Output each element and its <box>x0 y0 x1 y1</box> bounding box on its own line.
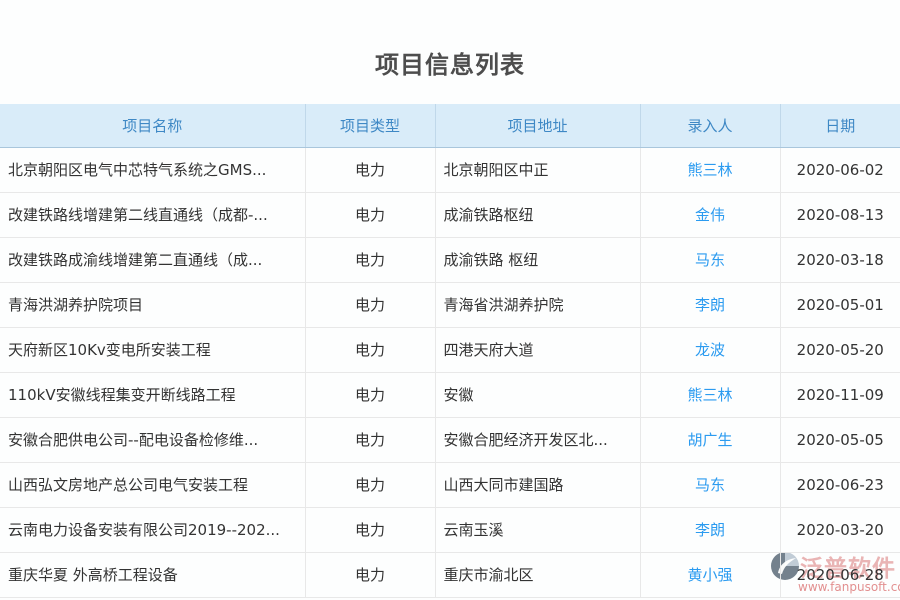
entered-by-link[interactable]: 马东 <box>695 476 725 494</box>
table-header: 项目名称 项目类型 项目地址 录入人 日期 <box>0 104 900 147</box>
project-name-cell: 青海洪湖养护院项目 <box>0 282 305 327</box>
project-type-cell: 电力 <box>305 417 435 462</box>
date-cell: 2020-05-05 <box>780 417 900 462</box>
table-row: 改建铁路成渝线增建第二直通线（成...电力成渝铁路 枢纽 马东 2020-03-18 <box>0 237 900 282</box>
project-name-cell: 重庆华夏 外高桥工程设备 <box>0 552 305 597</box>
project-address-cell: 云南玉溪 <box>435 507 640 552</box>
project-address-cell: 成渝铁路枢纽 <box>435 192 640 237</box>
table-row: 110kV安徽线程集变开断线路工程电力安徽 熊三林 2020-11-09 <box>0 372 900 417</box>
project-type-cell: 电力 <box>305 237 435 282</box>
entered-by-link[interactable]: 胡广生 <box>687 431 732 449</box>
table-row: 安徽合肥供电公司--配电设备检修维...电力安徽合肥经济开发区北... 胡广生 20… <box>0 417 900 462</box>
entered-by-cell: 黄小强 <box>640 552 780 597</box>
table-row: 天府新区10Kv变电所安装工程电力四港天府大道 龙波 2020-05-20 <box>0 327 900 372</box>
entered-by-cell: 龙波 <box>640 327 780 372</box>
entered-by-cell: 金伟 <box>640 192 780 237</box>
project-list-page: 项目信息列表 项目名称 项目类型 项目地址 录入人 日期 北京朝阳区电气中芯特气… <box>0 0 900 600</box>
date-cell: 2020-11-09 <box>780 372 900 417</box>
project-address-cell: 安徽合肥经济开发区北... <box>435 417 640 462</box>
project-type-cell: 电力 <box>305 147 435 192</box>
project-name-cell: 110kV安徽线程集变开断线路工程 <box>0 372 305 417</box>
table-row: 北京朝阳区电气中芯特气系统之GMS...电力北京朝阳区中正 熊三林 2020-06-… <box>0 147 900 192</box>
project-name-cell: 天府新区10Kv变电所安装工程 <box>0 327 305 372</box>
project-name-cell: 安徽合肥供电公司--配电设备检修维... <box>0 417 305 462</box>
project-name-cell: 北京朝阳区电气中芯特气系统之GMS... <box>0 147 305 192</box>
entered-by-cell: 李朗 <box>640 507 780 552</box>
project-type-cell: 电力 <box>305 462 435 507</box>
table-row: 云南电力设备安装有限公司2019--202...电力云南玉溪 李朗 2020-03-… <box>0 507 900 552</box>
project-info-table: 项目名称 项目类型 项目地址 录入人 日期 北京朝阳区电气中芯特气系统之GMS.… <box>0 104 900 598</box>
entered-by-cell: 熊三林 <box>640 147 780 192</box>
date-cell: 2020-05-01 <box>780 282 900 327</box>
project-name-cell: 改建铁路成渝线增建第二直通线（成... <box>0 237 305 282</box>
entered-by-cell: 胡广生 <box>640 417 780 462</box>
column-header-entered-by: 录入人 <box>640 104 780 147</box>
project-type-cell: 电力 <box>305 552 435 597</box>
table-row: 改建铁路线增建第二线直通线（成都-...电力成渝铁路枢纽 金伟 2020-08-13 <box>0 192 900 237</box>
project-address-cell: 成渝铁路 枢纽 <box>435 237 640 282</box>
project-type-cell: 电力 <box>305 282 435 327</box>
entered-by-link[interactable]: 金伟 <box>695 206 725 224</box>
project-address-cell: 青海省洪湖养护院 <box>435 282 640 327</box>
table-body: 北京朝阳区电气中芯特气系统之GMS...电力北京朝阳区中正熊三林2020-06-… <box>0 147 900 597</box>
entered-by-cell: 马东 <box>640 462 780 507</box>
project-type-cell: 电力 <box>305 372 435 417</box>
project-type-cell: 电力 <box>305 192 435 237</box>
date-cell: 2020-03-20 <box>780 507 900 552</box>
entered-by-cell: 李朗 <box>640 282 780 327</box>
project-name-cell: 改建铁路线增建第二线直通线（成都-... <box>0 192 305 237</box>
project-name-cell: 山西弘文房地产总公司电气安装工程 <box>0 462 305 507</box>
table-header-row: 项目名称 项目类型 项目地址 录入人 日期 <box>0 104 900 147</box>
entered-by-link[interactable]: 李朗 <box>695 296 725 314</box>
table-row: 山西弘文房地产总公司电气安装工程电力山西大同市建国路 马东 2020-06-23 <box>0 462 900 507</box>
project-address-cell: 山西大同市建国路 <box>435 462 640 507</box>
date-cell: 2020-06-23 <box>780 462 900 507</box>
entered-by-cell: 马东 <box>640 237 780 282</box>
date-cell: 2020-06-28 <box>780 552 900 597</box>
entered-by-link[interactable]: 熊三林 <box>687 386 732 404</box>
entered-by-link[interactable]: 黄小强 <box>687 566 732 584</box>
date-cell: 2020-08-13 <box>780 192 900 237</box>
table-row: 青海洪湖养护院项目电力青海省洪湖养护院 李朗 2020-05-01 <box>0 282 900 327</box>
page-title: 项目信息列表 <box>0 0 900 104</box>
project-address-cell: 重庆市渝北区 <box>435 552 640 597</box>
entered-by-link[interactable]: 龙波 <box>695 341 725 359</box>
date-cell: 2020-06-02 <box>780 147 900 192</box>
table-row: 重庆华夏 外高桥工程设备电力重庆市渝北区 黄小强 2020-06-28 <box>0 552 900 597</box>
project-type-cell: 电力 <box>305 507 435 552</box>
date-cell: 2020-05-20 <box>780 327 900 372</box>
project-type-cell: 电力 <box>305 327 435 372</box>
entered-by-link[interactable]: 马东 <box>695 251 725 269</box>
project-name-cell: 云南电力设备安装有限公司2019--202... <box>0 507 305 552</box>
date-cell: 2020-03-18 <box>780 237 900 282</box>
project-address-cell: 北京朝阳区中正 <box>435 147 640 192</box>
entered-by-cell: 熊三林 <box>640 372 780 417</box>
column-header-project-address: 项目地址 <box>435 104 640 147</box>
column-header-project-type: 项目类型 <box>305 104 435 147</box>
project-address-cell: 四港天府大道 <box>435 327 640 372</box>
column-header-project-name: 项目名称 <box>0 104 305 147</box>
project-address-cell: 安徽 <box>435 372 640 417</box>
entered-by-link[interactable]: 熊三林 <box>687 161 732 179</box>
column-header-date: 日期 <box>780 104 900 147</box>
entered-by-link[interactable]: 李朗 <box>695 521 725 539</box>
